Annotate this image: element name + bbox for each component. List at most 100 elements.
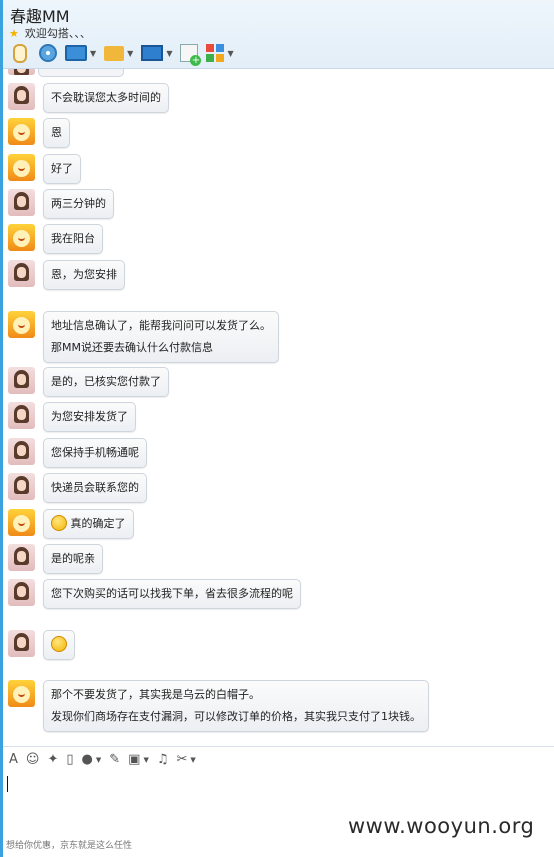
- message-row: 您下次购买的话可以找我下单，省去很多流程的呢: [8, 579, 301, 609]
- screen-share-icon: [65, 45, 87, 61]
- message-text: 真的确定了: [70, 517, 126, 530]
- microphone-icon: [13, 43, 27, 63]
- apps-button[interactable]: ▼: [206, 41, 234, 65]
- star-icon: ★: [9, 26, 19, 40]
- grin-emoji-icon: [51, 515, 67, 531]
- message-bubble: 是的呢亲: [43, 544, 103, 574]
- input-toolbar: A ☺ ✦ ▯ ● ▼ ✎ ▣ ▼ ♫ ✂ ▼: [3, 746, 554, 772]
- avatar: [8, 69, 35, 75]
- message-bubble: 为您安排发货了: [43, 402, 136, 432]
- message-text: 好了: [51, 162, 73, 175]
- magic-emoticon-button[interactable]: ✦: [47, 752, 58, 767]
- message-bubble: [43, 630, 75, 660]
- emoticon-button[interactable]: ☺: [26, 752, 40, 767]
- thinking-emoji-icon: [51, 636, 67, 652]
- webcam-icon: [39, 44, 57, 62]
- edit-icon: ✎: [109, 752, 121, 767]
- font-icon: A: [9, 752, 18, 767]
- chevron-down-icon[interactable]: ▼: [227, 49, 233, 58]
- avatar: [8, 509, 35, 536]
- message-bubble: 快递员会联系您的: [43, 473, 147, 503]
- status-text: 欢迎勾搭、、、: [24, 27, 91, 40]
- message-text: 那MM说还要去确认什么付款信息: [51, 341, 213, 354]
- avatar: [8, 438, 35, 465]
- avatar: [8, 154, 35, 181]
- image-icon: ▣: [128, 752, 141, 767]
- avatar: [8, 260, 35, 287]
- chat-window: 春趣MM ★ 欢迎勾搭、、、 ▼ ▼ ▼ + ▼ 不会耽误您太多时间的 恩 好了…: [0, 0, 554, 857]
- message-row: 恩，为您安排: [8, 260, 125, 290]
- message-bubble: 那个不要发货了，其实我是乌云的白帽子。 发现你们商场存在支付漏洞，可以修改订单的…: [43, 680, 429, 732]
- apps-icon: [206, 44, 225, 62]
- message-text: 为您安排发货了: [51, 410, 128, 423]
- message-bubble: 恩，为您安排: [43, 260, 125, 290]
- new-note-button[interactable]: [180, 41, 202, 66]
- avatar: [8, 402, 35, 429]
- message-row: 恩: [8, 118, 70, 148]
- message-row: 真的确定了: [8, 509, 134, 539]
- message-text: 快递员会联系您的: [51, 481, 139, 494]
- message-row: 是的，已核实您付款了: [8, 367, 169, 397]
- screen-share-button[interactable]: ▼: [65, 41, 96, 65]
- message-bubble: 您下次购买的话可以找我下单，省去很多流程的呢: [43, 579, 301, 609]
- music-button[interactable]: ♫: [157, 752, 169, 767]
- send-image-button[interactable]: ▣ ▼: [128, 752, 149, 767]
- message-text: 两三分钟的: [51, 197, 106, 210]
- remote-assist-button[interactable]: ▼: [141, 41, 172, 65]
- message-bubble: 您保持手机畅通呢: [43, 438, 147, 468]
- voice-message-button[interactable]: ● ▼: [82, 752, 102, 767]
- chevron-down-icon[interactable]: ▼: [90, 49, 96, 58]
- avatar: [8, 118, 35, 145]
- message-text: 地址信息确认了，能帮我问问可以发货了么。: [51, 319, 271, 332]
- screen-shake-icon: ▯: [66, 752, 74, 767]
- send-file-button[interactable]: ▼: [104, 41, 133, 65]
- message-bubble: 是的，已核实您付款了: [43, 367, 169, 397]
- message-text: 发现你们商场存在支付漏洞，可以修改订单的价格，其实我只支付了1块钱。: [51, 710, 421, 723]
- message-text: 是的呢亲: [51, 552, 95, 565]
- edit-button[interactable]: ✎: [109, 752, 120, 767]
- contact-name: 春趣MM: [10, 7, 70, 26]
- message-bubble: 我在阳台: [43, 224, 103, 254]
- avatar: [8, 579, 35, 606]
- voice-message-icon: ●: [81, 752, 93, 767]
- chevron-down-icon[interactable]: ▼: [190, 756, 195, 764]
- chevron-down-icon[interactable]: ▼: [96, 756, 101, 764]
- avatar: [8, 311, 35, 338]
- magic-wand-icon: ✦: [47, 752, 59, 767]
- avatar: [8, 473, 35, 500]
- screenshot-button[interactable]: ✂ ▼: [177, 752, 196, 767]
- message-row: 是的呢亲: [8, 544, 103, 574]
- message-text: 不会耽误您太多时间的: [51, 91, 161, 104]
- video-call-button[interactable]: [39, 41, 57, 65]
- message-text: 我在阳台: [51, 232, 95, 245]
- voice-call-button[interactable]: [9, 41, 31, 65]
- message-row: 好了: [8, 154, 81, 184]
- chevron-down-icon[interactable]: ▼: [143, 756, 148, 764]
- footer-hint: 想给你优惠，京东就是这么任性: [6, 841, 133, 851]
- message-row: 两三分钟的: [8, 189, 114, 219]
- message-text: 您下次购买的话可以找我下单，省去很多流程的呢: [51, 587, 293, 600]
- avatar: [8, 83, 35, 110]
- message-bubble: 两三分钟的: [43, 189, 114, 219]
- new-note-icon: [180, 44, 202, 66]
- chevron-down-icon[interactable]: ▼: [166, 49, 172, 58]
- message-bubble: 好了: [43, 154, 81, 184]
- message-bubble: 恩: [43, 118, 70, 148]
- font-button[interactable]: A: [9, 752, 18, 767]
- message-row: 那个不要发货了，其实我是乌云的白帽子。 发现你们商场存在支付漏洞，可以修改订单的…: [8, 680, 429, 732]
- screen-shake-button[interactable]: ▯: [66, 752, 73, 767]
- emoticon-icon: ☺: [25, 752, 40, 767]
- avatar: [8, 680, 35, 707]
- avatar: [8, 224, 35, 251]
- message-bubble: [38, 69, 124, 77]
- message-row: [8, 630, 75, 660]
- message-list[interactable]: 不会耽误您太多时间的 恩 好了 两三分钟的 我在阳台 恩，为您安排 地址信息确认…: [3, 69, 554, 745]
- chat-header: 春趣MM ★ 欢迎勾搭、、、 ▼ ▼ ▼ + ▼: [3, 0, 554, 69]
- avatar: [8, 189, 35, 216]
- message-text: 恩: [51, 126, 62, 139]
- message-text: 是的，已核实您付款了: [51, 375, 161, 388]
- chat-toolbar: ▼ ▼ ▼ ▼: [9, 41, 234, 66]
- message-row: 不会耽误您太多时间的: [8, 83, 169, 113]
- chevron-down-icon[interactable]: ▼: [127, 49, 133, 58]
- remote-assist-icon: [141, 45, 164, 61]
